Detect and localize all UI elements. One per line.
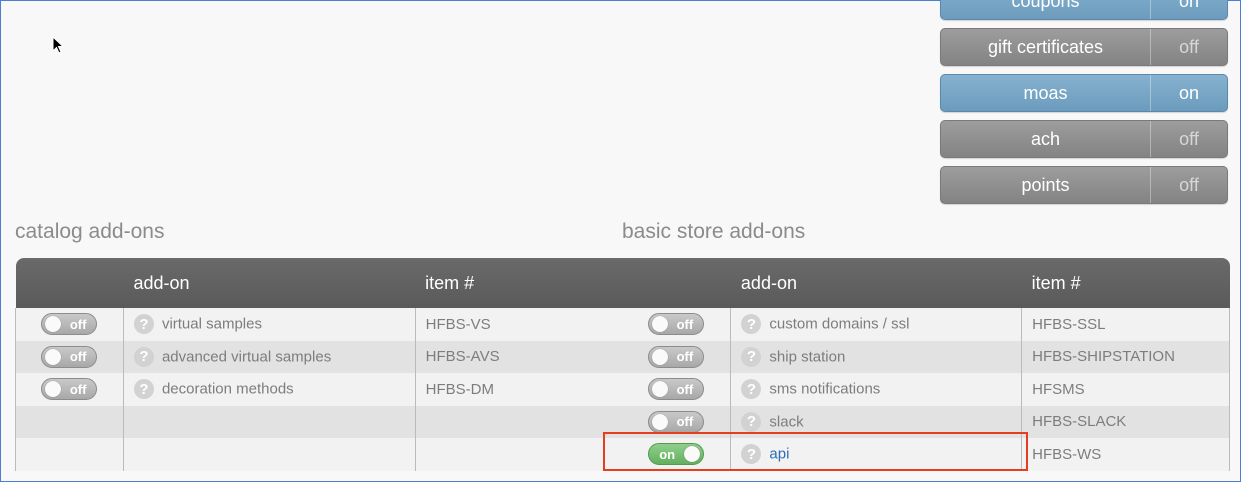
addon-toggle-switch[interactable]: off — [41, 345, 98, 368]
table-row: off ? slack HFBS-SLACK — [622, 405, 1230, 438]
addon-toggle-switch[interactable]: off — [648, 345, 705, 368]
help-icon[interactable]: ? — [741, 346, 762, 367]
gift-certificates-toggle[interactable]: gift certificates off — [940, 28, 1228, 66]
toggle-label: coupons — [1011, 0, 1080, 11]
table-row: off ? decoration methods HFBS-DM — [15, 373, 622, 406]
help-icon[interactable]: ? — [133, 346, 154, 367]
basic-store-addons-table: add-on item # off ? custom domains / ssl … — [622, 258, 1230, 471]
mouse-pointer-icon — [52, 36, 65, 54]
addon-name: custom domains / ssl — [769, 315, 910, 333]
toggle-label: moas — [1023, 82, 1068, 103]
moas-toggle[interactable]: moas on — [940, 74, 1228, 112]
addon-toggle-switch[interactable]: off — [41, 378, 98, 401]
addon-name: slack — [769, 413, 804, 431]
addon-name-link[interactable]: api — [769, 446, 789, 463]
table-row: off ? virtual samples HFBS-VS — [15, 308, 622, 341]
toggle-label: points — [1021, 174, 1070, 195]
toggle-state: off — [1150, 121, 1227, 157]
addon-toggle-switch[interactable]: off — [648, 313, 705, 336]
header-addon: add-on — [730, 258, 1022, 308]
table-row: off ? custom domains / ssl HFBS-SSL — [622, 308, 1230, 341]
points-toggle[interactable]: points off — [940, 166, 1228, 204]
toggle-state: off — [1150, 167, 1227, 203]
help-icon[interactable]: ? — [133, 379, 154, 400]
addon-name: virtual samples — [161, 315, 262, 333]
item-number: HFBS-WS — [1021, 438, 1230, 471]
toggle-state: on — [1150, 0, 1227, 19]
empty-row — [15, 438, 622, 471]
help-icon[interactable]: ? — [741, 379, 762, 400]
help-icon[interactable]: ? — [133, 314, 154, 335]
item-number: HFSMS — [1021, 373, 1230, 406]
table-header-row: add-on item # — [15, 258, 622, 308]
addon-name: sms notifications — [769, 380, 881, 398]
help-icon[interactable]: ? — [741, 411, 762, 432]
item-number: HFBS-SHIPSTATION — [1021, 340, 1230, 373]
addon-toggle-switch[interactable]: off — [648, 378, 705, 401]
empty-row — [15, 405, 622, 438]
addon-name: advanced virtual samples — [161, 348, 332, 366]
catalog-addons-title: catalog add-ons — [15, 220, 165, 243]
addon-toggle-switch[interactable]: off — [648, 410, 705, 433]
item-number: HFBS-SLACK — [1021, 405, 1230, 438]
header-addon: add-on — [123, 258, 416, 308]
header-item: item # — [1021, 258, 1230, 308]
help-icon[interactable]: ? — [741, 444, 762, 465]
catalog-addons-table: add-on item # off ? virtual samples HFBS-… — [15, 258, 622, 471]
addon-toggle-switch[interactable]: on — [648, 443, 705, 466]
ach-toggle[interactable]: ach off — [940, 120, 1228, 158]
table-row: off ? ship station HFBS-SHIPSTATION — [622, 340, 1230, 373]
addon-toggle-switch[interactable]: off — [41, 313, 98, 336]
toggle-label: ach — [1030, 128, 1061, 149]
toggle-label: gift certificates — [987, 36, 1104, 57]
header-item: item # — [415, 258, 622, 308]
item-number: HFBS-SSL — [1021, 308, 1230, 341]
help-icon[interactable]: ? — [741, 314, 762, 335]
table-header-row: add-on item # — [622, 258, 1230, 308]
side-toggle-list: coupons on gift certificates off moas on… — [940, 0, 1228, 212]
addon-name: ship station — [769, 348, 846, 366]
table-row: on ? api HFBS-WS — [622, 438, 1230, 471]
item-number: HFBS-DM — [414, 373, 622, 406]
header-toggle — [622, 258, 731, 308]
addon-name: decoration methods — [161, 380, 294, 398]
toggle-state: off — [1150, 29, 1227, 65]
item-number: HFBS-AVS — [414, 340, 622, 373]
header-toggle — [15, 258, 124, 308]
basic-store-addons-title: basic store add-ons — [622, 220, 806, 243]
item-number: HFBS-VS — [414, 308, 622, 341]
table-row: off ? advanced virtual samples HFBS-AVS — [15, 340, 622, 373]
table-row: off ? sms notifications HFSMS — [622, 373, 1230, 406]
toggle-state: on — [1150, 75, 1227, 111]
coupons-toggle[interactable]: coupons on — [940, 0, 1228, 20]
